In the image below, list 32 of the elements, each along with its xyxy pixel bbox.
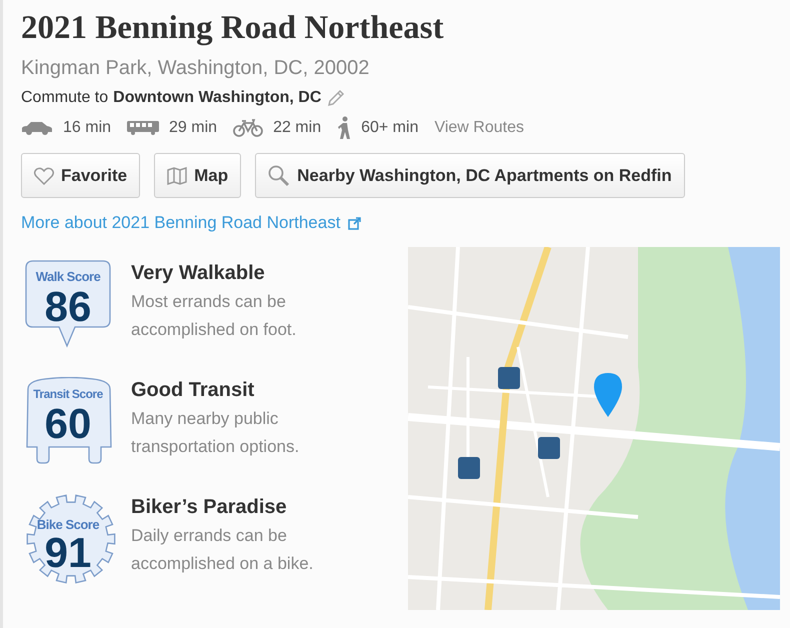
score-value: 91 <box>44 533 92 573</box>
commute-time: 22 min <box>273 119 322 137</box>
score-label: Walk Score <box>36 270 100 284</box>
commute-time: 29 min <box>169 119 218 137</box>
score-title: Biker’s Paradise <box>131 495 288 520</box>
commute-label: Commute to <box>21 88 108 108</box>
bus-icon <box>127 121 160 135</box>
score-value: 60 <box>44 404 92 444</box>
score-description: Many nearby public transportation options. <box>131 408 300 458</box>
walking-person-icon <box>337 116 352 140</box>
score-description: Daily errands can be accomplished on a bike. <box>131 525 314 575</box>
property-title: 2021 Benning Road Northeast <box>21 10 445 46</box>
search-icon <box>268 164 290 186</box>
score-description: Most errands can be accomplished on foot. <box>131 291 298 341</box>
search-button[interactable]: Nearby Washington, DC Apartments on Redfin <box>255 153 685 198</box>
map-button[interactable]: Map <box>154 153 242 198</box>
bicycle-icon <box>233 119 264 137</box>
score-label: Transit Score <box>33 387 103 401</box>
external-link-icon <box>348 216 362 230</box>
car-icon <box>21 121 53 135</box>
heart-icon <box>34 166 54 184</box>
commute-time: 60+ min <box>361 119 418 137</box>
commute-destination[interactable]: Downtown Washington, DC <box>113 87 322 109</box>
score-title: Very Walkable <box>131 261 266 286</box>
score-title: Good Transit <box>131 378 256 403</box>
favorite-button[interactable]: Favorite <box>21 153 140 198</box>
map-icon <box>167 166 188 184</box>
pencil-icon[interactable] <box>326 88 346 108</box>
score-value: 86 <box>44 287 92 327</box>
commute-time: 16 min <box>63 119 112 137</box>
property-address: Kingman Park, Washington, DC, 20002 <box>21 56 370 81</box>
score-label: Bike Score <box>36 518 100 532</box>
